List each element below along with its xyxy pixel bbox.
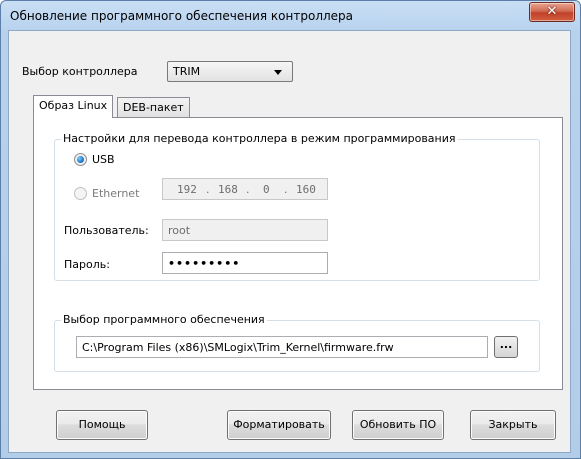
controller-select[interactable]: TRIM: [167, 61, 293, 82]
ip-dot: .: [284, 183, 288, 196]
usb-radio[interactable]: [74, 153, 87, 166]
update-button[interactable]: Обновить ПО: [352, 410, 444, 440]
close-button[interactable]: Закрыть: [470, 410, 556, 440]
user-field[interactable]: root: [162, 219, 328, 241]
tab-label: DEB-пакет: [123, 101, 184, 114]
tab-linux-image[interactable]: Образ Linux: [33, 95, 114, 118]
firmware-path-field[interactable]: C:\Program Files (x86)\SMLogix\Trim_Kern…: [76, 336, 488, 358]
help-button[interactable]: Помощь: [56, 410, 148, 440]
ip-octet-2: 168: [218, 183, 238, 196]
window-title: Обновление программного обеспечения конт…: [10, 9, 354, 23]
password-label: Пароль:: [64, 258, 110, 271]
password-field[interactable]: •••••••••: [162, 252, 328, 274]
ip-dot: .: [206, 183, 210, 196]
group-title: Выбор программного обеспечения: [61, 313, 267, 326]
tab-deb-package[interactable]: DEB-пакет: [117, 97, 190, 118]
tab-label: Образ Linux: [39, 99, 108, 112]
ip-dot: .: [246, 183, 250, 196]
browse-button[interactable]: ...: [494, 336, 518, 358]
usb-label: USB: [92, 153, 115, 166]
title-bar[interactable]: Обновление программного обеспечения конт…: [1, 1, 580, 31]
close-icon: ✕: [546, 4, 558, 19]
user-label: Пользователь:: [64, 224, 149, 237]
ip-octet-1: 192: [177, 183, 197, 196]
ip-octet-3: 0: [263, 183, 270, 196]
ip-address-field[interactable]: 192 . 168 . 0 . 160: [162, 178, 328, 200]
chevron-down-icon: [274, 70, 282, 75]
controller-select-value: TRIM: [173, 65, 201, 78]
ethernet-label: Ethernet: [92, 187, 140, 200]
ethernet-radio[interactable]: [74, 187, 87, 200]
close-window-button[interactable]: ✕: [529, 2, 575, 22]
group-title: Настройки для перевода контроллера в реж…: [61, 132, 458, 145]
format-button[interactable]: Форматировать: [227, 410, 331, 440]
ip-octet-4: 160: [296, 183, 316, 196]
controller-select-label: Выбор контроллера: [22, 65, 138, 78]
